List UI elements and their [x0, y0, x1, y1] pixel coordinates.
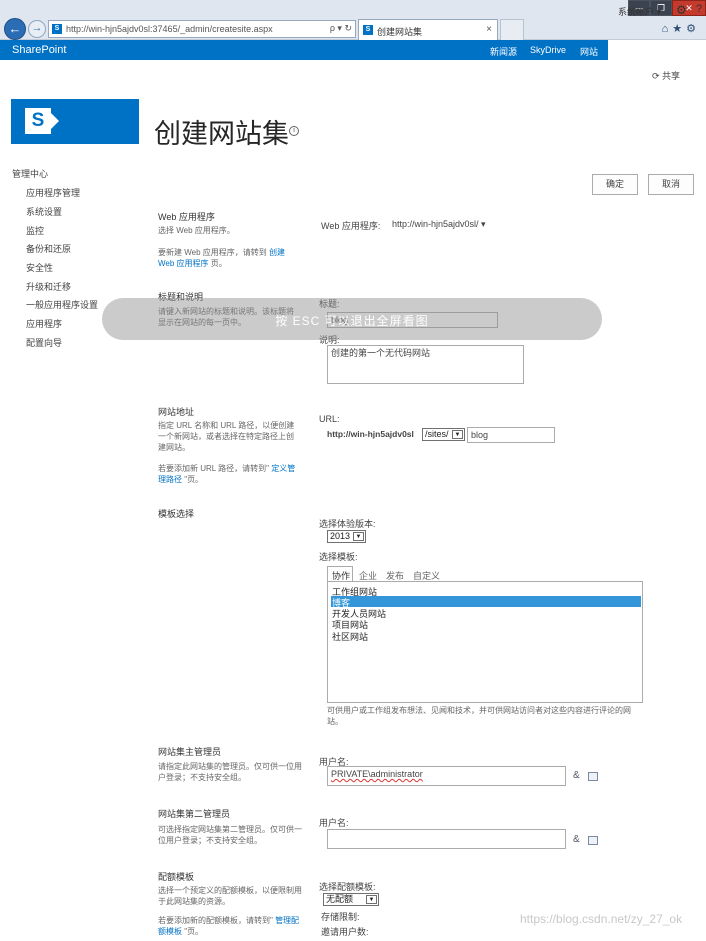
- suite-bar: SharePoint 新闻源 SkyDrive 网站: [0, 40, 706, 60]
- check-names-icon[interactable]: &: [573, 770, 580, 781]
- tab-favicon-icon: S: [363, 25, 373, 35]
- primary-admin-input[interactable]: PRIVATE\administrator: [327, 766, 566, 786]
- secondary-admin-desc: 可选择指定网站集第二管理员。仅可供一位用户登录；不支持安全组。: [158, 825, 302, 845]
- address-actions-icon[interactable]: ρ ▾ ↻: [330, 23, 352, 34]
- suite-bar-user-area: [608, 40, 706, 60]
- nav-item[interactable]: 应用程序管理: [26, 186, 80, 199]
- check-names-icon[interactable]: &: [573, 834, 580, 845]
- tab-title: 创建网站集: [377, 27, 423, 37]
- ok-button[interactable]: 确定: [592, 174, 638, 195]
- logo-arrow-icon: [49, 111, 59, 131]
- template-desc: 可供用户或工作组发布想法、见闻和技术，并可供网站访问者对这些内容进行评论的网站。: [327, 706, 631, 726]
- address-url[interactable]: http://win-hjn5ajdv0sl:37465/_admin/crea…: [66, 24, 273, 34]
- info-icon[interactable]: i: [289, 126, 299, 136]
- nav-item[interactable]: 安全性: [26, 261, 53, 274]
- nav-item[interactable]: 监控: [26, 224, 44, 237]
- watermark-text: https://blog.csdn.net/zy_27_ok: [520, 912, 683, 926]
- version-label: 选择体验版本:: [319, 519, 376, 529]
- cancel-button[interactable]: 取消: [648, 174, 694, 195]
- newsfeed-link[interactable]: 新闻源: [490, 45, 517, 58]
- nav-root[interactable]: 管理中心: [12, 167, 48, 180]
- fullscreen-toast-text: 按 ESC 可以退出全屏看图: [275, 314, 429, 328]
- template-label: 选择模板:: [319, 552, 358, 562]
- quota-section-title: 配额模板: [158, 872, 195, 882]
- siteaddr-desc-link-line: 若要添加新 URL 路径，请转到" 定义管理路径 "页。: [158, 464, 296, 484]
- secondary-admin-label: 用户名:: [319, 818, 349, 828]
- webapp-desc-link-line: 要新建 Web 应用程序，请转到 创建 Web 应用程序 页。: [158, 248, 285, 268]
- invite-users-label: 邀请用户数:: [321, 927, 369, 937]
- nav-item[interactable]: 系统设置: [26, 205, 62, 218]
- quota-desc: 选择一个预定义的配额模板，以便限制用于此网站集的资源。: [158, 886, 302, 906]
- browser-tools-icon[interactable]: ⌂★⚙: [662, 22, 700, 35]
- share-button[interactable]: ⟳ 共享: [652, 69, 680, 82]
- storage-limit-label: 存储限制:: [321, 912, 360, 922]
- description-textarea[interactable]: 创建的第一个无代码网站: [327, 345, 524, 384]
- webapp-selector[interactable]: http://win-hjn5ajdv0sl/ ▾: [392, 219, 486, 230]
- nav-item[interactable]: 应用程序: [26, 317, 62, 330]
- user-menu[interactable]: 系统帐户 ▾: [618, 5, 661, 18]
- address-book-icon[interactable]: [588, 772, 598, 781]
- siteaddr-section-title: 网站地址: [158, 407, 195, 417]
- url-input[interactable]: blog: [467, 427, 555, 443]
- quota-desc-link-line: 若要添加新的配额模板，请转到" 管理配额模板 "页。: [158, 916, 300, 936]
- template-list[interactable]: 工作组网站 博客 开发人员网站 项目网站 社区网站: [327, 581, 643, 703]
- skydrive-link[interactable]: SkyDrive: [530, 45, 566, 55]
- siteaddr-desc: 指定 URL 名称和 URL 路径，以便创建一个新网站，或者选择在特定路径上创建…: [158, 421, 295, 452]
- sites-link[interactable]: 网站: [580, 45, 598, 58]
- chevron-down-icon: ▼: [353, 532, 364, 541]
- sharepoint-favicon-icon: S: [52, 24, 62, 34]
- primary-admin-desc: 请指定此网站集的管理员。仅可供一位用户登录；不支持安全组。: [158, 762, 302, 782]
- webapp-section-title: Web 应用程序: [158, 212, 215, 222]
- nav-item[interactable]: 备份和还原: [26, 242, 71, 255]
- secondary-admin-title: 网站集第二管理员: [158, 809, 231, 819]
- chevron-down-icon: ▼: [366, 895, 377, 904]
- tab-close-icon[interactable]: ×: [486, 24, 492, 35]
- nav-item[interactable]: 一般应用程序设置: [26, 298, 98, 311]
- sharepoint-logo[interactable]: S: [11, 99, 139, 144]
- address-bar[interactable]: S http://win-hjn5ajdv0sl:37465/_admin/cr…: [48, 20, 356, 38]
- help-icon[interactable]: ?: [696, 3, 702, 15]
- address-book-icon[interactable]: [588, 836, 598, 845]
- forward-arrow-icon[interactable]: →: [28, 20, 46, 38]
- template-section-title: 模板选择: [158, 509, 195, 519]
- primary-admin-title: 网站集主管理员: [158, 747, 222, 757]
- chevron-down-icon: ▼: [452, 430, 463, 439]
- brand-link[interactable]: SharePoint: [12, 44, 66, 56]
- browser-tab[interactable]: S 创建网站集 ×: [358, 19, 498, 40]
- template-item[interactable]: 社区网站: [332, 630, 368, 643]
- webapp-desc: 选择 Web 应用程序。: [158, 226, 235, 235]
- url-prefix: http://win-hjn5ajdv0sl: [327, 429, 414, 439]
- browser-chrome: ← → S http://win-hjn5ajdv0sl:37465/_admi…: [0, 0, 706, 40]
- secondary-admin-input[interactable]: [327, 829, 566, 849]
- gear-icon[interactable]: ⚙: [676, 3, 687, 17]
- quota-select-label: 选择配额模板:: [319, 882, 376, 892]
- fullscreen-toast: 按 ESC 可以退出全屏看图: [102, 298, 602, 340]
- template-selection-highlight: [331, 596, 641, 607]
- sharepoint-s-icon: S: [25, 108, 51, 134]
- url-label: URL:: [319, 414, 340, 424]
- quota-select[interactable]: 无配额 ▼: [323, 893, 379, 906]
- webapp-label: Web 应用程序:: [321, 221, 381, 231]
- nav-item[interactable]: 配置向导: [26, 336, 62, 349]
- nav-item[interactable]: 升级和迁移: [26, 280, 71, 293]
- back-arrow-icon[interactable]: ←: [4, 18, 26, 40]
- page-title: 创建网站集: [154, 119, 289, 150]
- path-select[interactable]: /sites/▼: [422, 428, 465, 441]
- new-tab-button[interactable]: [500, 19, 524, 40]
- version-select[interactable]: 2013 ▼: [327, 530, 366, 543]
